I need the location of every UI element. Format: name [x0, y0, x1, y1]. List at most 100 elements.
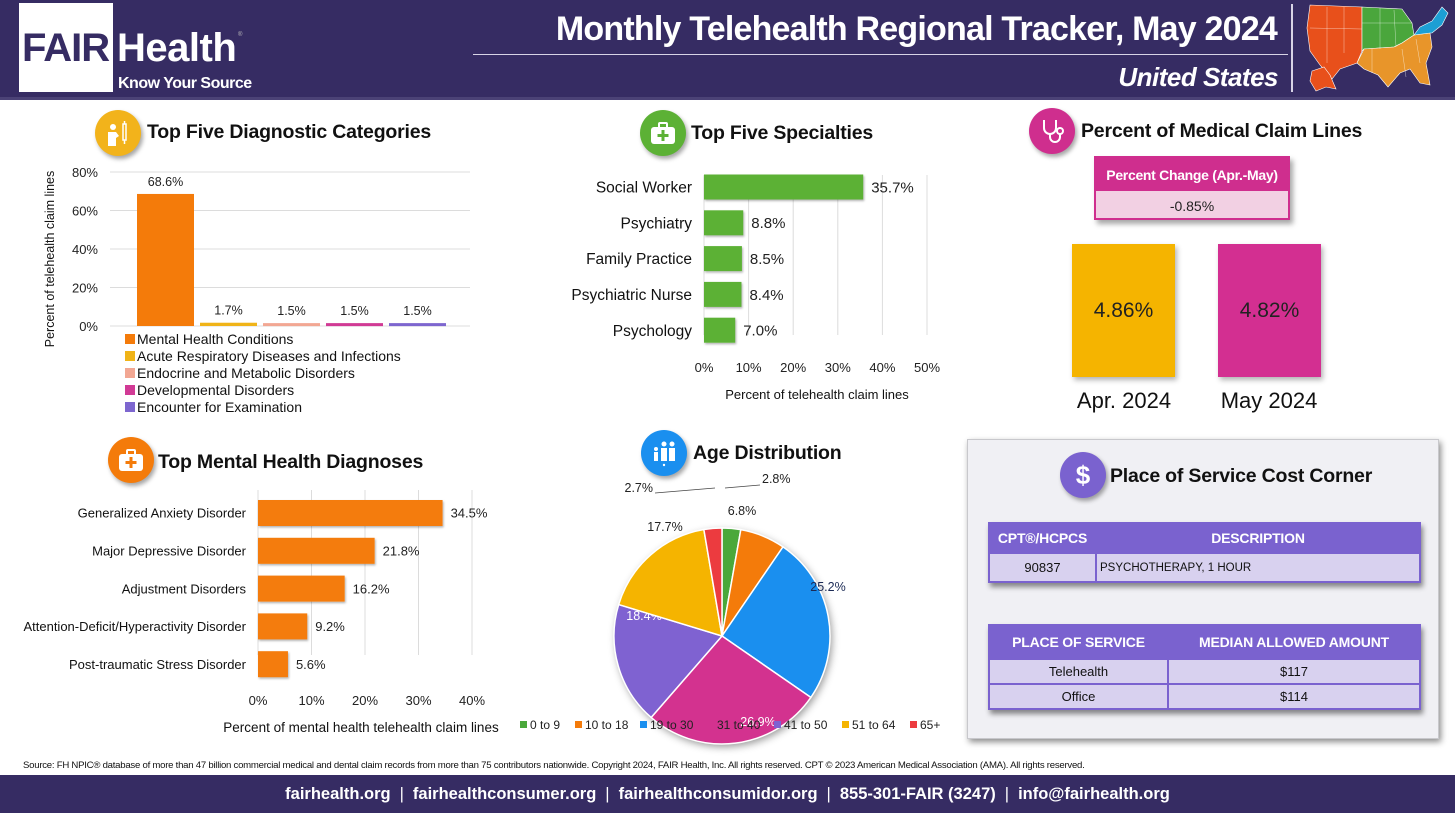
footer-separator: |	[605, 784, 610, 803]
x-tick-label: 10%	[298, 693, 324, 708]
legend-swatch	[125, 334, 135, 344]
logo-tagline: Know Your Source	[118, 75, 252, 92]
description-header: DESCRIPTION	[1095, 522, 1421, 554]
x-tick-label: 0%	[249, 693, 268, 708]
page-title: Monthly Telehealth Regional Tracker, May…	[555, 10, 1278, 48]
y-tick-label: 20%	[72, 281, 98, 296]
place-cell: Office	[988, 683, 1169, 710]
may-2024-value: 4.82%	[1239, 298, 1300, 322]
category-label: Post-traumatic Stress Disorder	[69, 657, 247, 672]
footer-bar: fairhealth.org | fairhealthconsumer.org …	[0, 775, 1455, 813]
callout-line	[724, 484, 761, 489]
category-label: Adjustment Disorders	[122, 581, 247, 596]
bar-value-label: 9.2%	[315, 619, 345, 634]
bar-value-label: 1.5%	[277, 304, 306, 318]
bar-value-label: 1.5%	[403, 304, 432, 318]
x-tick-label: 30%	[825, 360, 851, 375]
slice-value-label: 2.7%	[625, 481, 654, 495]
bar-value-label: 1.5%	[340, 304, 369, 318]
legend-label: 19 to 30	[650, 718, 694, 732]
us-map-icon	[1306, 4, 1449, 92]
legend-swatch	[125, 385, 135, 395]
bar	[704, 317, 736, 343]
percent-change-value: -0.85%	[1169, 197, 1215, 214]
bar-value-label: 16.2%	[353, 581, 390, 596]
legend-label: Developmental Disorders	[137, 382, 294, 398]
diagnostic-categories-chart: 0% 20% 40% 60% 80% Percent of telehealth clai…	[43, 165, 470, 415]
map-region-west	[1306, 4, 1363, 80]
diagnostic-categories-title: Top Five Diagnostic Categories	[147, 121, 432, 143]
bar	[258, 575, 345, 602]
bar	[389, 323, 446, 327]
legend-label: Endocrine and Metabolic Disorders	[137, 365, 355, 381]
logo-fair-text: FAIR	[22, 26, 110, 70]
bar	[258, 500, 443, 526]
legend-swatch	[125, 368, 135, 378]
footer-email[interactable]: info@fairhealth.org	[1018, 785, 1170, 804]
legend-label: 51 to 64	[852, 718, 896, 732]
bar	[200, 322, 257, 326]
legend-label: 65+	[920, 718, 940, 732]
category-label: Major Depressive Disorder	[92, 543, 247, 558]
percent-change-box: Percent Change (Apr.-May) -0.85%	[1094, 156, 1290, 220]
apr-2024-value: 4.86%	[1093, 298, 1154, 322]
place-cell: Telehealth	[988, 658, 1169, 685]
amount-cell: $117	[1167, 658, 1421, 685]
footer-link-consumidor[interactable]: fairhealthconsumidor.org	[619, 785, 818, 804]
cpt-code-cell: 90837	[988, 552, 1097, 583]
slice-value-label: 25.2%	[810, 580, 845, 594]
svg-text:$: $	[1076, 460, 1091, 490]
legend-swatch	[575, 721, 582, 728]
y-axis-label: Percent of telehealth claim lines	[43, 171, 57, 347]
median-allowed-header: MEDIAN ALLOWED AMOUNT	[1167, 624, 1421, 660]
category-label: Attention-Deficit/Hyperactivity Disorder	[23, 619, 246, 634]
legend-label: Mental Health Conditions	[137, 331, 293, 347]
legend-swatch	[640, 721, 647, 728]
medical-kit-icon	[640, 110, 686, 156]
may-2024-card: 4.82%	[1218, 244, 1321, 377]
bar-value-label: 8.5%	[750, 251, 784, 268]
mental-health-title: Top Mental Health Diagnoses	[158, 451, 424, 473]
dollar-icon: $	[1060, 452, 1106, 498]
legend-swatch	[520, 721, 527, 728]
category-label: Psychiatric Nurse	[571, 287, 692, 304]
bar-value-label: 34.5%	[451, 506, 488, 521]
specialties-chart: 0% 10% 20% 30% 40% 50% Social Worker 35.7% Psych…	[571, 174, 940, 402]
slice-value-label: 17.7%	[647, 520, 682, 534]
x-tick-label: 20%	[780, 360, 806, 375]
place-of-service-table: PLACE OF SERVICE MEDIAN ALLOWED AMOUNT T…	[988, 624, 1421, 710]
region-subtitle: United States	[1118, 62, 1278, 92]
bar	[137, 193, 194, 326]
source-note: Source: FH NPIC® database of more than 4…	[23, 760, 1085, 771]
legend-swatch	[774, 721, 781, 728]
footer-phone[interactable]: 855-301-FAIR (3247)	[840, 785, 996, 804]
footer-link-consumer[interactable]: fairhealthconsumer.org	[413, 785, 596, 804]
mental-health-chart: 0% 10% 20% 30% 40% Generalized Anxiety Disord…	[23, 490, 499, 735]
header-bottom-border	[0, 97, 1455, 100]
header-divider	[473, 54, 1288, 55]
age-distribution-chart: 6.8%25.2%26.9%18.4%17.7%2.8%2.7%0 to 9 10…	[520, 472, 940, 745]
amount-cell: $114	[1167, 683, 1421, 710]
legend-label: 41 to 50	[784, 718, 828, 732]
x-axis-label: Percent of telehealth claim lines	[725, 387, 909, 402]
footer-link-fairhealth[interactable]: fairhealth.org	[285, 785, 390, 804]
category-label: Family Practice	[586, 251, 692, 268]
stethoscope-icon	[1029, 108, 1075, 154]
bar	[704, 246, 742, 272]
bar	[704, 281, 742, 307]
bar-value-label: 8.4%	[749, 287, 783, 304]
y-tick-label: 40%	[72, 242, 98, 257]
y-tick-label: 80%	[72, 165, 98, 180]
specialties-title: Top Five Specialties	[691, 122, 874, 144]
cost-corner-title: Place of Service Cost Corner	[1110, 465, 1373, 487]
logo-registered-mark: ®	[238, 32, 243, 38]
bar-value-label: 35.7%	[871, 179, 914, 196]
cpt-code-table: CPT®/HCPCS DESCRIPTION 90837 PSYCHOTHERA…	[988, 522, 1421, 583]
callout-line	[654, 487, 716, 494]
slice-value-label: 6.8%	[728, 504, 757, 518]
bar	[258, 613, 308, 640]
map-region-northeast	[1413, 6, 1449, 36]
bar-value-label: 68.6%	[148, 175, 183, 189]
bar	[704, 174, 864, 200]
header-vertical-divider	[1291, 4, 1293, 92]
